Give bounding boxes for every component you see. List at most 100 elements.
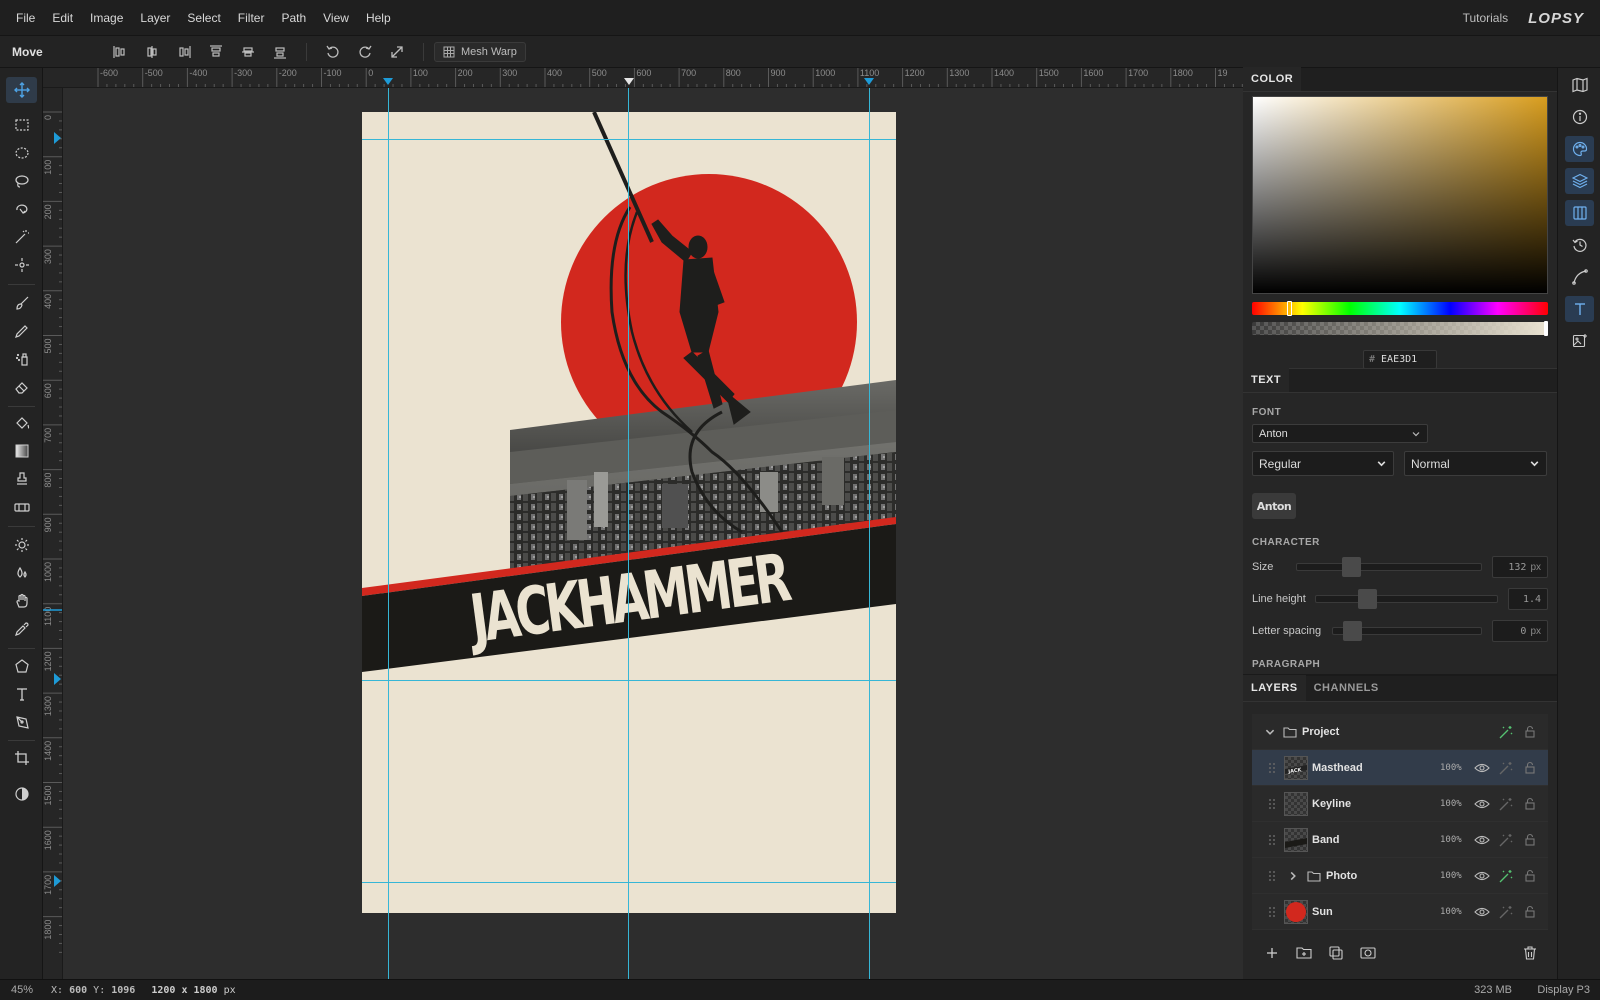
layer-row-sun[interactable]: Sun 100% — [1252, 894, 1548, 930]
chevron-right-icon[interactable] — [1287, 870, 1299, 882]
hue-slider[interactable] — [1252, 301, 1548, 316]
text-tool[interactable] — [6, 681, 37, 707]
dodge-tool[interactable] — [6, 532, 37, 558]
shape-tool[interactable] — [6, 653, 37, 679]
guide-marker-icon[interactable] — [624, 78, 634, 85]
font-preview[interactable]: Anton — [1252, 493, 1296, 519]
align-bottom-icon[interactable] — [264, 40, 296, 64]
lock-icon[interactable] — [1522, 724, 1538, 740]
eraser-tool[interactable] — [6, 374, 37, 400]
horizontal-ruler[interactable]: -600 -500 -400 -300 -200 -100 0 100 200 300 400 500… — [43, 68, 1243, 88]
duplicate-icon[interactable] — [1328, 945, 1344, 961]
drag-handle-icon[interactable] — [1268, 834, 1276, 846]
effects-icon[interactable] — [1498, 760, 1514, 776]
guide-line[interactable] — [362, 139, 896, 140]
lock-icon[interactable] — [1522, 760, 1538, 776]
vertical-ruler[interactable]: 0 100 200 300 400 500 600 700 800 900 1000 1100 1200… — [43, 88, 63, 980]
pen-tool[interactable] — [6, 709, 37, 735]
rect-select-tool[interactable] — [6, 112, 37, 138]
size-slider[interactable] — [1296, 557, 1482, 577]
layer-row-band[interactable]: Band 100% — [1252, 822, 1548, 858]
align-hcenter-icon[interactable] — [136, 40, 168, 64]
expand-icon[interactable] — [381, 40, 413, 64]
drag-handle-icon[interactable] — [1268, 870, 1276, 882]
align-left-icon[interactable] — [104, 40, 136, 64]
patch-tool[interactable] — [6, 494, 37, 520]
layer-row-photo[interactable]: Photo 100% — [1252, 858, 1548, 894]
eye-icon[interactable] — [1474, 760, 1490, 776]
mask-icon[interactable] — [1360, 945, 1376, 961]
crop-tool[interactable] — [6, 745, 37, 771]
menu-path[interactable]: Path — [273, 11, 314, 25]
guide-line[interactable] — [869, 88, 870, 980]
drag-handle-icon[interactable] — [1268, 798, 1276, 810]
layer-group-project[interactable]: Project — [1252, 714, 1548, 750]
align-top-icon[interactable] — [200, 40, 232, 64]
lock-icon[interactable] — [1522, 796, 1538, 812]
menu-edit[interactable]: Edit — [44, 11, 81, 25]
effects-icon[interactable] — [1498, 832, 1514, 848]
document-canvas[interactable]: JACKHAMMER — [362, 112, 896, 913]
effects-icon[interactable] — [1498, 796, 1514, 812]
mesh-warp-button[interactable]: Mesh Warp — [434, 41, 526, 62]
gradient-tool[interactable] — [6, 438, 37, 464]
tutorials-link[interactable]: Tutorials — [1463, 11, 1509, 25]
eye-icon[interactable] — [1474, 868, 1490, 884]
tab-color[interactable]: COLOR — [1243, 67, 1302, 91]
line-height-slider[interactable] — [1315, 589, 1498, 609]
guide-line[interactable] — [388, 88, 389, 980]
zoom-level[interactable]: 45% — [0, 984, 43, 996]
effects-icon[interactable] — [1498, 904, 1514, 920]
menu-select[interactable]: Select — [179, 11, 228, 25]
tab-layers[interactable]: LAYERS — [1243, 675, 1306, 701]
color-panel-button[interactable] — [1565, 136, 1594, 162]
menu-file[interactable]: File — [8, 11, 43, 25]
hue-knob[interactable] — [1287, 301, 1292, 316]
ellipse-select-tool[interactable] — [6, 140, 37, 166]
layer-row-masthead[interactable]: JACK Masthead 100% — [1252, 750, 1548, 786]
menu-filter[interactable]: Filter — [230, 11, 273, 25]
lasso-tool[interactable] — [6, 168, 37, 194]
hex-input[interactable]: # EAE3D1 — [1363, 350, 1437, 369]
guide-marker-icon[interactable] — [54, 132, 61, 144]
drag-handle-icon[interactable] — [1268, 906, 1276, 918]
channels-panel-button[interactable] — [1565, 200, 1594, 226]
guide-marker-icon[interactable] — [383, 78, 393, 85]
font-case-select[interactable]: Normal — [1404, 451, 1547, 476]
guide-line[interactable] — [362, 680, 896, 681]
hand-tool[interactable] — [6, 588, 37, 614]
letter-spacing-slider[interactable] — [1332, 621, 1482, 641]
menu-help[interactable]: Help — [358, 11, 399, 25]
canvas-area[interactable]: JACKHAMMER — [63, 88, 1243, 980]
image-adjust-button[interactable] — [1565, 328, 1594, 354]
color-profile[interactable]: Display P3 — [1537, 984, 1590, 996]
rotate-ccw-icon[interactable] — [317, 40, 349, 64]
eye-icon[interactable] — [1474, 796, 1490, 812]
blur-tool[interactable] — [6, 560, 37, 586]
align-right-icon[interactable] — [168, 40, 200, 64]
size-input[interactable]: 132 px — [1492, 556, 1548, 578]
magic-wand-tool[interactable] — [6, 224, 37, 250]
chevron-down-icon[interactable] — [1264, 726, 1276, 738]
text-panel-button[interactable] — [1565, 296, 1594, 322]
lock-icon[interactable] — [1522, 904, 1538, 920]
tab-channels[interactable]: CHANNELS — [1306, 675, 1387, 701]
align-vcenter-icon[interactable] — [232, 40, 264, 64]
letter-spacing-slider-knob[interactable] — [1343, 621, 1362, 641]
quick-select-tool[interactable] — [6, 252, 37, 278]
stamp-tool[interactable] — [6, 466, 37, 492]
magnetic-lasso-tool[interactable] — [6, 196, 37, 222]
menu-image[interactable]: Image — [82, 11, 131, 25]
guide-marker-icon[interactable] — [864, 78, 874, 85]
alpha-knob[interactable] — [1544, 321, 1548, 336]
guide-line[interactable] — [362, 882, 896, 883]
lock-icon[interactable] — [1522, 868, 1538, 884]
move-tool[interactable] — [6, 77, 37, 103]
effects-icon[interactable] — [1498, 868, 1514, 884]
menu-view[interactable]: View — [315, 11, 357, 25]
tab-text[interactable]: TEXT — [1243, 368, 1290, 392]
paths-button[interactable] — [1565, 264, 1594, 290]
eyedropper-tool[interactable] — [6, 616, 37, 642]
add-layer-icon[interactable] — [1264, 945, 1280, 961]
pencil-tool[interactable] — [6, 318, 37, 344]
